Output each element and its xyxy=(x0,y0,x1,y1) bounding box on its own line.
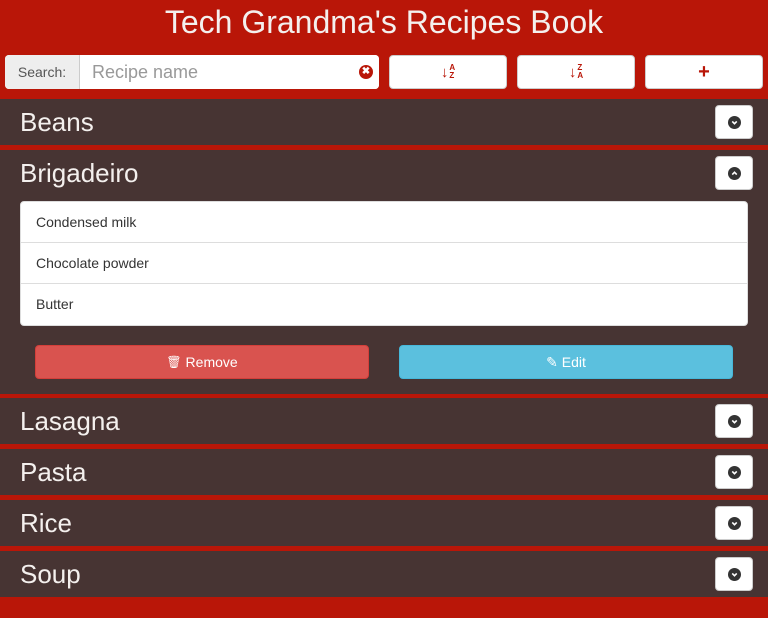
search-input[interactable] xyxy=(80,55,379,89)
ingredient-list: Condensed milk Chocolate powder Butter xyxy=(20,201,748,326)
expand-button[interactable] xyxy=(715,455,753,489)
recipe-row-beans: Beans xyxy=(0,99,768,145)
edit-label: Edit xyxy=(561,354,586,370)
edit-icon: ✎ xyxy=(546,353,558,370)
chevron-down-icon xyxy=(727,567,741,581)
plus-icon: + xyxy=(698,61,710,83)
recipe-name: Pasta xyxy=(20,457,87,487)
expand-button[interactable] xyxy=(715,404,753,438)
toolbar: Search: ✖ ↓ AZ ↓ ZA + xyxy=(5,55,763,89)
clear-search-icon[interactable]: ✖ xyxy=(359,65,373,79)
ingredient-item: Butter xyxy=(36,296,74,312)
recipe-row-soup: Soup xyxy=(0,551,768,597)
sort-ascending-button[interactable]: ↓ AZ xyxy=(389,55,507,89)
search-group: Search: ✖ xyxy=(5,55,379,89)
remove-label: Remove xyxy=(185,354,238,370)
search-label: Search: xyxy=(5,55,80,89)
recipe-name: Lasagna xyxy=(20,406,120,436)
recipe-row-brigadeiro: Brigadeiro Condensed milk Chocolate powd… xyxy=(0,150,768,394)
ingredient-item: Condensed milk xyxy=(21,202,747,243)
ingredient-item: Chocolate powder xyxy=(21,243,747,284)
recipe-name: Soup xyxy=(20,559,81,589)
sort-alpha-desc-icon: ↓ ZA xyxy=(568,63,584,81)
add-recipe-button[interactable]: + xyxy=(645,55,763,89)
app-title: Tech Grandma's Recipes Book xyxy=(164,4,604,40)
chevron-down-icon xyxy=(727,115,741,129)
recipe-row-pasta: Pasta xyxy=(0,449,768,495)
chevron-down-icon xyxy=(727,414,741,428)
recipe-row-rice: Rice xyxy=(0,500,768,546)
expand-button[interactable] xyxy=(715,506,753,540)
collapse-button[interactable] xyxy=(715,156,753,190)
chevron-down-icon xyxy=(727,516,741,530)
sort-descending-button[interactable]: ↓ ZA xyxy=(517,55,635,89)
expand-button[interactable] xyxy=(715,105,753,139)
chevron-down-icon xyxy=(727,465,741,479)
chevron-up-icon xyxy=(727,166,741,180)
edit-recipe-button[interactable]: ✎ Edit xyxy=(399,345,733,379)
recipe-row-lasagna: Lasagna xyxy=(0,398,768,444)
recipe-name: Rice xyxy=(20,508,73,538)
expand-button[interactable] xyxy=(715,557,753,591)
remove-recipe-button[interactable]: 🗑 Remove xyxy=(35,345,369,379)
recipe-name: Beans xyxy=(20,107,94,137)
trash-icon: 🗑 xyxy=(166,355,182,369)
sort-alpha-asc-icon: ↓ AZ xyxy=(440,63,456,81)
recipe-name: Brigadeiro xyxy=(20,158,139,188)
